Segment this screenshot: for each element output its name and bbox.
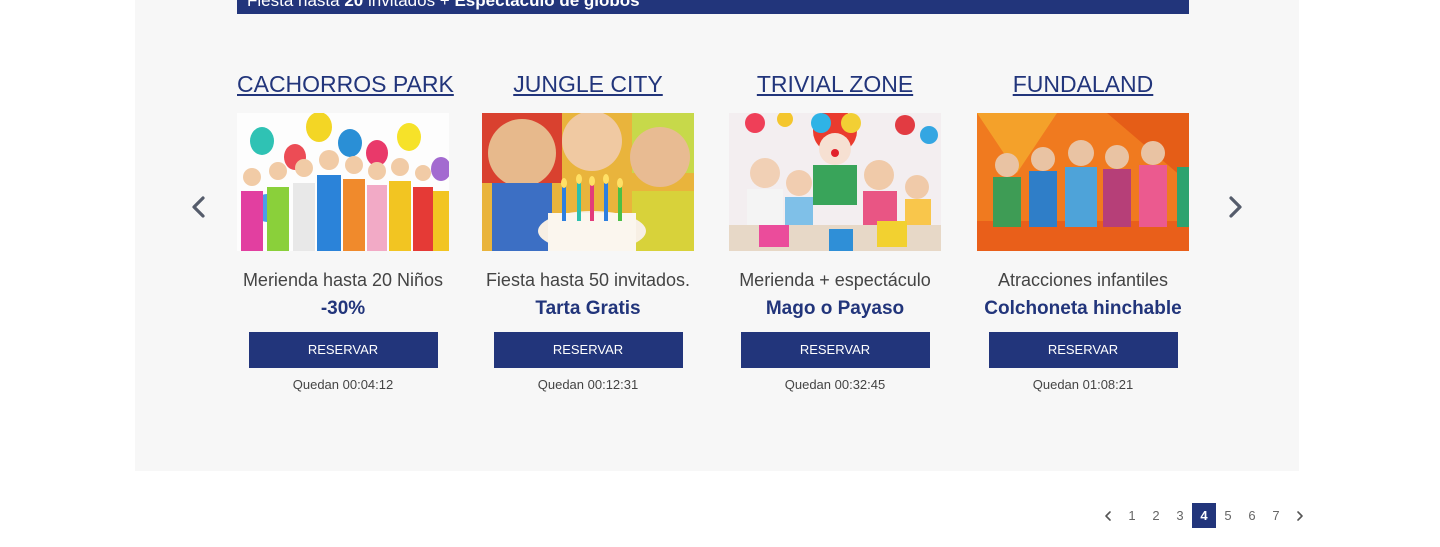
offer-description: Merienda hasta 20 Niños	[242, 270, 444, 290]
clown-party-photo[interactable]	[729, 113, 941, 251]
offer-card: TRIVIAL ZONE Merienda + espectáculo Mago…	[729, 62, 941, 392]
venue-title-link[interactable]: TRIVIAL ZONE	[729, 62, 941, 106]
offer-card: JUNGLE CITY Fiesta hasta 50 invitados. T…	[482, 62, 694, 392]
promo-banner: Fiesta hasta 20 invitados + Espectáculo …	[237, 0, 1189, 14]
pagination-prev-icon[interactable]	[1096, 503, 1120, 528]
countdown-timer: Quedan 00:04:12	[292, 377, 394, 392]
page-link-current[interactable]: 4	[1192, 503, 1216, 528]
venue-title-link[interactable]: FUNDALAND	[977, 62, 1189, 106]
reserve-button[interactable]: RESERVAR	[248, 332, 438, 368]
offer-highlight: Colchoneta hinchable	[984, 298, 1182, 319]
kids-with-balloons-photo[interactable]	[237, 113, 449, 251]
birthday-cake-candles-photo[interactable]	[482, 113, 694, 251]
offer-description: Fiesta hasta 50 invitados.	[485, 270, 691, 290]
reserve-button[interactable]: RESERVAR	[740, 332, 930, 368]
venue-title-link[interactable]: CACHORROS PARK	[237, 62, 454, 106]
pagination: 1 2 3 4 5 6 7	[1096, 503, 1312, 528]
countdown-timer: Quedan 00:12:31	[537, 377, 639, 392]
page-link-7[interactable]: 7	[1264, 503, 1288, 528]
reserve-button[interactable]: RESERVAR	[988, 332, 1178, 368]
countdown-timer: Quedan 00:32:45	[784, 377, 886, 392]
countdown-timer: Quedan 01:08:21	[1032, 377, 1134, 392]
carousel-next-icon[interactable]	[1222, 192, 1248, 222]
offer-description: Atracciones infantiles	[997, 270, 1169, 290]
page-link-1[interactable]: 1	[1120, 503, 1144, 528]
offer-highlight: Mago o Payaso	[765, 298, 905, 319]
offer-highlight: Tarta Gratis	[535, 298, 641, 319]
offer-description: Merienda + espectáculo	[739, 270, 931, 290]
pagination-next-icon[interactable]	[1288, 503, 1312, 528]
bouncy-castle-kids-photo[interactable]	[977, 113, 1189, 251]
page-link-5[interactable]: 5	[1216, 503, 1240, 528]
offer-card: FUNDALAND Atracciones infantiles Colchon…	[977, 62, 1189, 392]
page-link-2[interactable]: 2	[1144, 503, 1168, 528]
reserve-button[interactable]: RESERVAR	[493, 332, 683, 368]
page-link-6[interactable]: 6	[1240, 503, 1264, 528]
page-link-3[interactable]: 3	[1168, 503, 1192, 528]
offer-card: CACHORROS PARK Merienda hasta 20 Niños -…	[237, 62, 454, 392]
promo-banner-text: Fiesta hasta 20 invitados + Espectáculo …	[247, 0, 640, 10]
venue-title-link[interactable]: JUNGLE CITY	[482, 62, 694, 106]
offer-highlight: -30%	[320, 298, 366, 319]
carousel-prev-icon[interactable]	[186, 192, 212, 222]
